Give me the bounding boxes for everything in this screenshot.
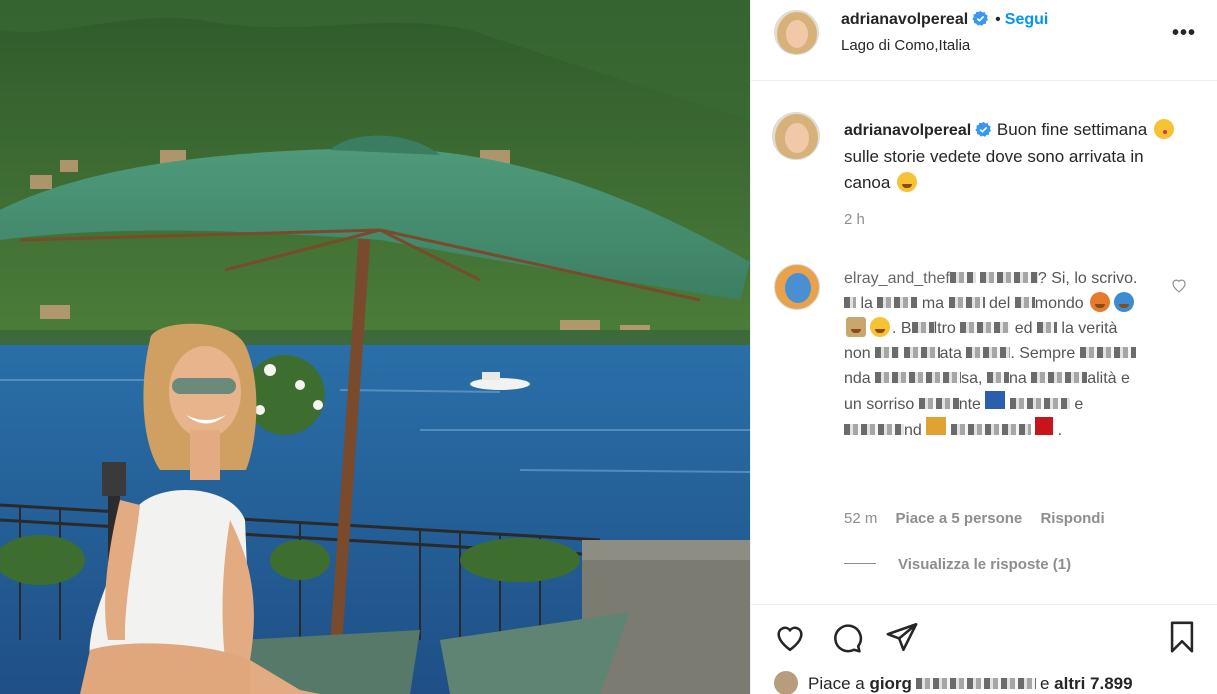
- comment-fragment: ata: [939, 345, 962, 362]
- heart-icon[interactable]: [773, 620, 807, 654]
- redacted-text: [926, 417, 947, 435]
- fox-emoji-icon: [1090, 292, 1111, 312]
- view-replies-button[interactable]: Visualizza le risposte (1): [844, 556, 1071, 573]
- redacted-text: [979, 272, 1038, 283]
- comment-text: elray_and_thef ? Si, lo scrivo. la ma del…: [844, 270, 1138, 439]
- redacted-text: [949, 272, 976, 283]
- redacted-text: [918, 398, 959, 409]
- redacted-text: [1031, 372, 1088, 383]
- verified-icon: [975, 121, 992, 137]
- redacted-text: [1036, 322, 1057, 333]
- view-replies-label: Visualizza le risposte (1): [898, 556, 1072, 573]
- share-icon[interactable]: [885, 620, 919, 654]
- author-username[interactable]: adrianavolpereal: [841, 11, 968, 28]
- replies-divider: [844, 563, 876, 564]
- kiss-emoji-icon: [1153, 119, 1174, 139]
- caption-username[interactable]: adrianavolpereal: [844, 122, 971, 139]
- globe-emoji-icon: [1114, 292, 1135, 312]
- likes-connector: e: [1039, 674, 1050, 693]
- redacted-text: [875, 347, 900, 358]
- comment-icon[interactable]: [829, 620, 863, 654]
- author-name-row: adrianavolpereal • Segui: [841, 10, 1048, 29]
- redacted-text: [1009, 398, 1070, 409]
- caption-text-part1: Buon fine settimana: [996, 120, 1148, 139]
- redacted-text: [985, 391, 1006, 409]
- redacted-text: [1035, 417, 1054, 435]
- redacted-text: [1079, 347, 1136, 358]
- comment-fragment: del: [988, 295, 1011, 312]
- comment-fragment: sa,: [961, 370, 983, 387]
- caption-text-part2: sulle storie vedete dove sono arrivata i…: [844, 147, 1144, 192]
- more-icon[interactable]: •••: [1172, 22, 1196, 45]
- reply-button[interactable]: Rispondi: [1040, 510, 1104, 527]
- commenter-username[interactable]: elray_and_thef: [844, 270, 950, 287]
- bookmark-icon[interactable]: [1165, 620, 1199, 654]
- comment-fragment: mondo: [1034, 295, 1084, 312]
- laughing-emoji-icon: [897, 172, 918, 192]
- post-actions: Piace a giorg e altri 7.899: [751, 604, 1217, 694]
- redacted-text: [1014, 297, 1035, 308]
- comment-fragment: nd: [904, 422, 922, 439]
- redacted-text: [960, 322, 1011, 333]
- couple-emoji-icon: [846, 317, 866, 337]
- redacted-text: [911, 322, 934, 333]
- follow-button[interactable]: Segui: [1005, 11, 1049, 28]
- redacted-text: [948, 297, 985, 308]
- post-photo[interactable]: [0, 0, 750, 694]
- redacted-text: [875, 372, 962, 383]
- separator-dot: •: [995, 11, 1001, 28]
- caption-text: adrianavolpereal Buon fine settimana sul…: [844, 117, 1184, 196]
- redacted-text: [966, 347, 1011, 358]
- likes-summary: Piace a giorg e altri 7.899: [774, 671, 1133, 694]
- likes-others[interactable]: altri 7.899: [1054, 674, 1132, 693]
- redacted-text: [915, 678, 1036, 689]
- comment-like-heart-icon[interactable]: [1170, 276, 1188, 294]
- liker-name[interactable]: giorg: [869, 674, 912, 693]
- caption-timestamp[interactable]: 2 h: [844, 211, 865, 228]
- comment-likes-count[interactable]: Piace a 5 persone: [896, 510, 1023, 527]
- liker-avatar[interactable]: [774, 671, 798, 694]
- comment-fragment: ma: [921, 295, 945, 312]
- comment-fragment: e: [1074, 396, 1084, 413]
- comment-fragment: alità: [1087, 370, 1117, 387]
- post-header: adrianavolpereal • Segui Lago di Como,Ital…: [751, 0, 1217, 81]
- comment-fragment: ? Si, lo: [1037, 270, 1087, 287]
- commenter-avatar[interactable]: [774, 264, 820, 310]
- redacted-text: [844, 297, 856, 308]
- comment-fragment: ltro: [933, 320, 956, 337]
- redacted-text: [903, 347, 940, 358]
- comment-fragment: ed: [1014, 320, 1033, 337]
- likes-prefix: Piace a: [808, 674, 865, 693]
- heart-eyes-emoji-icon: [870, 317, 890, 337]
- comment-fragment: nda: [844, 370, 871, 387]
- comment-meta: 52 m Piace a 5 persone Rispondi: [844, 510, 1119, 527]
- author-avatar[interactable]: [774, 10, 819, 55]
- comment-fragment: scrivo.: [1091, 270, 1138, 287]
- comment-timestamp[interactable]: 52 m: [844, 510, 877, 527]
- post-photo-scene: [0, 0, 750, 694]
- redacted-text: [844, 424, 904, 435]
- comment-fragment: . B: [892, 320, 912, 337]
- comment-fragment: . Sempre: [1010, 345, 1076, 362]
- redacted-text: [877, 297, 918, 308]
- post-side-panel: adrianavolpereal • Segui Lago di Como,Ital…: [750, 0, 1217, 694]
- redacted-text: [950, 424, 1031, 435]
- comment-fragment: na: [1008, 370, 1027, 387]
- comment-fragment: nte: [958, 396, 981, 413]
- caption-avatar[interactable]: [772, 112, 820, 160]
- redacted-text: [986, 372, 1009, 383]
- post-location[interactable]: Lago di Como,Italia: [841, 37, 970, 54]
- verified-icon: [972, 10, 989, 26]
- comment-fragment: la: [860, 295, 873, 312]
